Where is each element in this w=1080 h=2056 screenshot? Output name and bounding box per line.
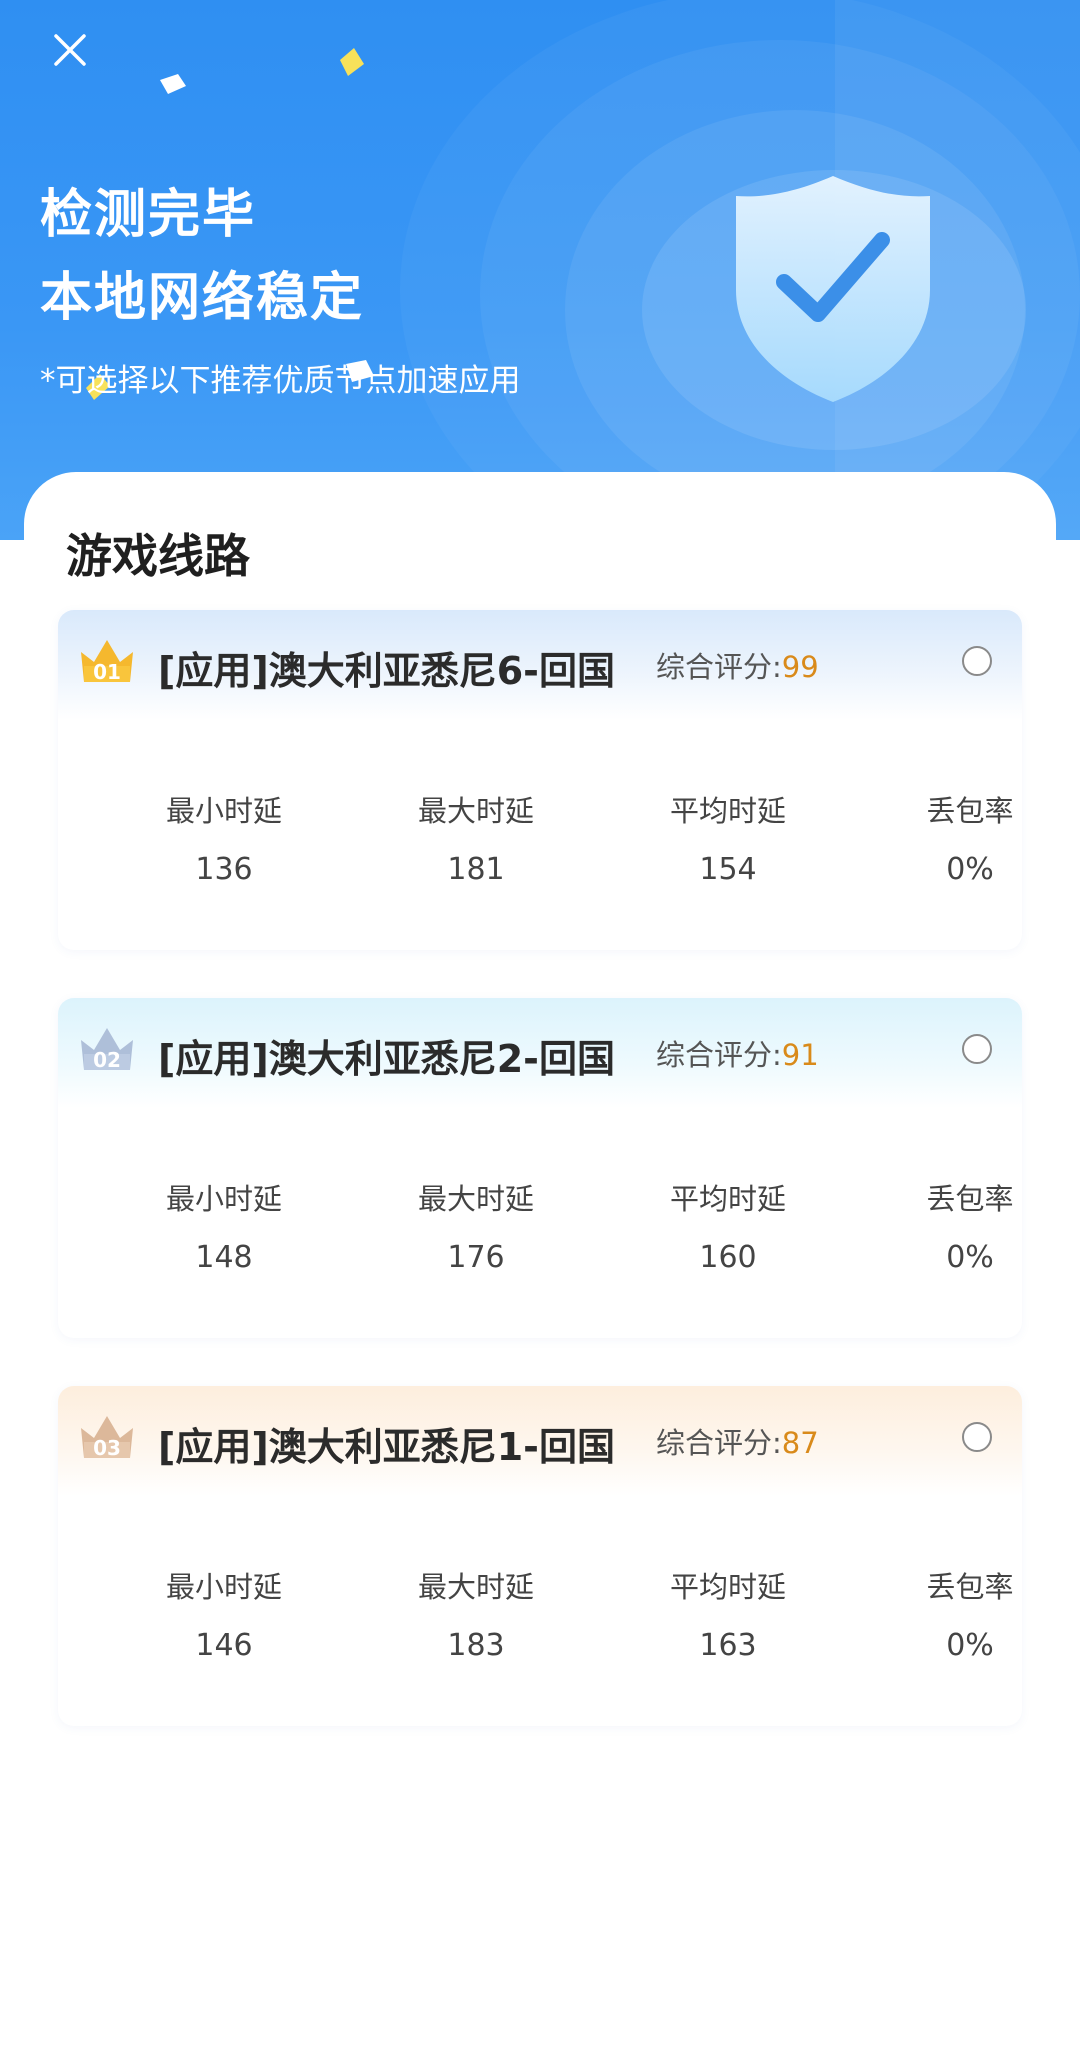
result-subtitle: *可选择以下推荐优质节点加速应用 [40, 363, 521, 399]
route-name: [应用]澳大利亚悉尼1-回国 [158, 1425, 615, 1469]
route-score: 综合评分:99 [656, 644, 819, 686]
route-card[interactable]: 01 [应用]澳大利亚悉尼6-回国 综合评分:99 最小时延 136 最大时延 … [58, 610, 1022, 950]
stat-value: 154 [699, 852, 757, 887]
gold-crown-icon: 01 [81, 640, 133, 684]
route-name: [应用]澳大利亚悉尼6-回国 [158, 649, 615, 693]
silver-crown-icon: 02 [81, 1028, 133, 1072]
stat-label: 丢包率 [926, 1570, 1014, 1604]
stat-value: 183 [447, 1628, 505, 1663]
stat-value: 136 [195, 852, 253, 887]
header-banner: 检测完毕 本地网络稳定 *可选择以下推荐优质节点加速应用 [0, 0, 1080, 540]
confetti-icon [160, 74, 186, 94]
score-value: 87 [781, 1426, 819, 1460]
route-card[interactable]: 03 [应用]澳大利亚悉尼1-回国 综合评分:87 最小时延 146 最大时延 … [58, 1386, 1022, 1726]
score-label: 综合评分: [656, 650, 782, 684]
rank-number: 01 [93, 660, 121, 684]
stat-value: 160 [699, 1240, 757, 1275]
stat-label: 最大时延 [417, 1570, 534, 1604]
result-title: 检测完毕 [40, 185, 257, 245]
route-name: [应用]澳大利亚悉尼2-回国 [158, 1037, 615, 1081]
route-score: 综合评分:91 [656, 1032, 819, 1074]
stat-value: 0% [946, 852, 994, 887]
route-select-radio[interactable] [962, 1422, 992, 1452]
stat-label: 最大时延 [417, 1182, 534, 1216]
rank-number: 02 [93, 1048, 121, 1072]
stat-value: 163 [699, 1628, 757, 1663]
stat-label: 最大时延 [417, 794, 534, 828]
close-button[interactable] [42, 22, 98, 78]
detection-result-page: 检测完毕 本地网络稳定 *可选择以下推荐优质节点加速应用 游戏线路 01 [应用… [0, 0, 1080, 2056]
score-label: 综合评分: [656, 1426, 782, 1460]
stat-label: 平均时延 [669, 1182, 786, 1216]
route-card[interactable]: 02 [应用]澳大利亚悉尼2-回国 综合评分:91 最小时延 148 最大时延 … [58, 998, 1022, 1338]
score-label: 综合评分: [656, 1038, 782, 1072]
stat-value: 181 [447, 852, 505, 887]
stat-label: 平均时延 [669, 1570, 786, 1604]
close-icon [54, 34, 86, 66]
section-title: 游戏线路 [66, 529, 250, 583]
score-value: 99 [781, 650, 819, 684]
rank-number: 03 [93, 1436, 121, 1460]
stat-value: 0% [946, 1240, 994, 1275]
stat-value: 176 [447, 1240, 505, 1275]
confetti-icon [340, 48, 364, 76]
shield-check-icon [736, 176, 930, 402]
stat-value: 148 [195, 1240, 253, 1275]
route-score: 综合评分:87 [656, 1420, 819, 1462]
bronze-crown-icon: 03 [81, 1416, 133, 1460]
stat-label: 丢包率 [926, 1182, 1014, 1216]
result-status: 本地网络稳定 [40, 268, 365, 328]
stat-label: 丢包率 [926, 794, 1014, 828]
stat-value: 0% [946, 1628, 994, 1663]
stat-value: 146 [195, 1628, 253, 1663]
stat-label: 最小时延 [165, 1570, 282, 1604]
stat-label: 平均时延 [669, 794, 786, 828]
route-select-radio[interactable] [962, 646, 992, 676]
score-value: 91 [781, 1038, 819, 1072]
route-select-radio[interactable] [962, 1034, 992, 1064]
stat-label: 最小时延 [165, 1182, 282, 1216]
stat-label: 最小时延 [165, 794, 282, 828]
